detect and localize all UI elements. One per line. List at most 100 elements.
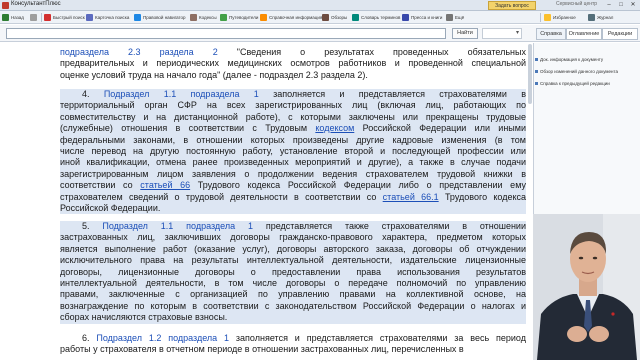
text-segment: (служебные) отношения в соответствии с Т… bbox=[60, 123, 316, 134]
right-panel-item[interactable]: Док. информация к документу bbox=[535, 57, 636, 63]
text-line: территориальный орган СФР на всех зареги… bbox=[60, 100, 526, 111]
text-line: оценке условий труда на начало года" (да… bbox=[60, 70, 526, 81]
text-line: является выполнение работ (оказание услу… bbox=[60, 244, 526, 255]
service-center-link[interactable]: Сервисный центр bbox=[556, 1, 597, 7]
document-link[interactable]: статьей 66.1 bbox=[383, 192, 439, 202]
document-scrollbar[interactable] bbox=[528, 44, 532, 104]
text-segment: предварительных и периодических медицинс… bbox=[60, 58, 526, 69]
text-segment: страхователем сведений о трудовой деятел… bbox=[60, 191, 383, 202]
document-link[interactable]: кодексом bbox=[315, 123, 354, 133]
document-link[interactable]: статьей 66 bbox=[140, 180, 190, 190]
search-card-icon bbox=[86, 14, 93, 21]
paragraph-5: 5. Подраздел 1.1 подраздела 1 представля… bbox=[60, 221, 526, 324]
text-line: работы у страхователя в отчетном периоде… bbox=[60, 344, 526, 355]
forward-arrow-icon bbox=[30, 14, 37, 21]
bullet-icon bbox=[535, 58, 538, 61]
toolbar-forward[interactable] bbox=[30, 13, 39, 22]
tab-contents[interactable]: Оглавление bbox=[566, 28, 602, 40]
text-segment: соответствии со bbox=[60, 180, 141, 191]
text-segment: заполняется и представляется страховател… bbox=[258, 89, 526, 99]
text-segment: совместительству и на дистанционной рабо… bbox=[60, 111, 526, 122]
quick-search-icon bbox=[44, 14, 51, 21]
toolbar-favorites[interactable]: Избранное bbox=[544, 13, 576, 22]
text-line: договоры, лицензионные договоры о предос… bbox=[60, 267, 526, 278]
toolbar-navigator[interactable]: Правовой навигатор bbox=[134, 13, 186, 22]
press-icon bbox=[402, 14, 409, 21]
find-button[interactable]: Найти bbox=[452, 28, 478, 39]
maximize-button[interactable]: □ bbox=[616, 1, 626, 9]
toolbar-reviews[interactable]: Обзоры bbox=[322, 13, 347, 22]
main-toolbar: Назад Быстрый поиск Карточка поиска Прав… bbox=[0, 11, 640, 24]
paragraph-intro: подраздела 2.3 раздела 2 "Сведения о рез… bbox=[60, 47, 526, 81]
text-line: предварительных и периодических медицинс… bbox=[60, 58, 526, 69]
tab-editions[interactable]: Редакции bbox=[602, 28, 638, 40]
toolbar-press[interactable]: Пресса и книги bbox=[402, 13, 442, 22]
text-segment: федеральными законами, в отношении котор… bbox=[60, 134, 526, 145]
app-logo-icon bbox=[2, 2, 9, 9]
text-line: интеллектуальной деятельности, в том чис… bbox=[60, 278, 526, 289]
text-line: иной квалификации, отмена ранее произвед… bbox=[60, 157, 526, 168]
text-segment: исключительного права на результаты инте… bbox=[60, 255, 526, 266]
text-line: соответствии со статьей 66 Трудового код… bbox=[60, 180, 526, 191]
journal-icon bbox=[588, 14, 595, 21]
minimize-button[interactable]: – bbox=[604, 1, 614, 9]
text-line: совместительству и на дистанционной рабо… bbox=[60, 112, 526, 123]
toolbar-separator bbox=[540, 13, 541, 22]
paragraph-number: 4. bbox=[82, 89, 104, 99]
tab-reference[interactable]: Справка bbox=[536, 28, 566, 40]
text-segment: зарегистрированным лицом заявления о про… bbox=[60, 168, 526, 179]
toolbar-separator bbox=[41, 13, 42, 22]
document-link[interactable]: подраздела 2.3 раздела 2 bbox=[60, 47, 218, 57]
navigator-icon bbox=[134, 14, 141, 21]
text-line: подраздела 2.3 раздела 2 "Сведения о рез… bbox=[60, 47, 526, 58]
toolbar-back[interactable]: Назад bbox=[2, 13, 24, 22]
text-line: правами, заключенные с организацией по у… bbox=[60, 289, 526, 300]
text-segment: "Сведения о результатах проведенных обяз… bbox=[217, 47, 526, 57]
paragraph-6: 6. Подраздел 1.2 подраздела 1 заполняетс… bbox=[60, 333, 526, 356]
toolbar-guides[interactable]: Путеводители bbox=[220, 13, 258, 22]
text-segment: иной квалификации, отмена ранее произвед… bbox=[60, 157, 526, 168]
text-line: застрахованных лиц, заключивших договоры… bbox=[60, 232, 526, 243]
document-link[interactable]: Подраздел 1.1 подраздела 1 bbox=[104, 89, 259, 99]
text-line: зарегистрированным лицом заявления о про… bbox=[60, 169, 526, 180]
text-segment: сборах начисляются страховые взносы. bbox=[60, 312, 228, 323]
text-segment: интеллектуальной деятельности, в том чис… bbox=[60, 277, 526, 288]
text-segment: работы у страхователя в отчетном периоде… bbox=[60, 344, 464, 355]
toolbar-codes[interactable]: Кодексы bbox=[190, 13, 217, 22]
search-input[interactable] bbox=[6, 28, 446, 39]
codes-icon bbox=[190, 14, 197, 21]
text-line: вознаграждение по которым в соответствии… bbox=[60, 301, 526, 312]
text-line: 4. Подраздел 1.1 подраздела 1 заполняетс… bbox=[60, 89, 526, 100]
text-segment: является выполнение работ (оказание услу… bbox=[60, 243, 526, 254]
toolbar-quick-search[interactable]: Быстрый поиск bbox=[44, 13, 85, 22]
toolbar-journal[interactable]: Журнал bbox=[588, 13, 613, 22]
text-line: числе перевод на другую постоянную работ… bbox=[60, 146, 526, 157]
right-panel-item[interactable]: Обзор изменений данного документа bbox=[535, 69, 636, 75]
search-dropdown-button[interactable]: ▾ bbox=[482, 28, 522, 39]
toolbar-dictionary[interactable]: Словарь терминов bbox=[352, 13, 400, 22]
text-line: сборах начисляются страховые взносы. bbox=[60, 312, 526, 323]
text-segment: территориальный орган СФР на всех зареги… bbox=[60, 100, 526, 111]
close-button[interactable]: ✕ bbox=[628, 1, 638, 9]
app-title: КонсультантПлюс bbox=[11, 1, 61, 7]
text-segment: числе перевод на другую постоянную работ… bbox=[60, 145, 526, 156]
back-arrow-icon bbox=[2, 14, 9, 21]
text-segment: заполняется и представляется страховател… bbox=[229, 333, 526, 343]
toolbar-search-card[interactable]: Карточка поиска bbox=[86, 13, 129, 22]
text-segment: договоры, лицензионные договоры о предос… bbox=[60, 266, 526, 277]
text-segment: Российской Федерации. bbox=[60, 202, 161, 213]
toolbar-reference[interactable]: Справочная информация bbox=[260, 13, 322, 22]
document-link[interactable]: Подраздел 1.2 подраздела 1 bbox=[96, 333, 229, 343]
toolbar-more[interactable]: Ещё bbox=[446, 13, 464, 22]
text-segment: Российской Федерации или иными bbox=[354, 123, 526, 134]
dictionary-icon bbox=[352, 14, 359, 21]
presenter-video bbox=[533, 214, 640, 360]
document-link[interactable]: Подраздел 1.1 подраздела 1 bbox=[102, 221, 253, 231]
right-panel-item[interactable]: Справка к предыдущей редакции bbox=[535, 81, 636, 87]
presenter-image bbox=[533, 214, 640, 360]
text-segment: оценке условий труда на начало года" (да… bbox=[60, 69, 368, 80]
document-view[interactable]: подраздела 2.3 раздела 2 "Сведения о рез… bbox=[0, 43, 530, 360]
ask-question-button[interactable]: Задать вопрос bbox=[488, 1, 536, 10]
paragraph-number: 5. bbox=[82, 221, 103, 231]
guides-icon bbox=[220, 14, 227, 21]
